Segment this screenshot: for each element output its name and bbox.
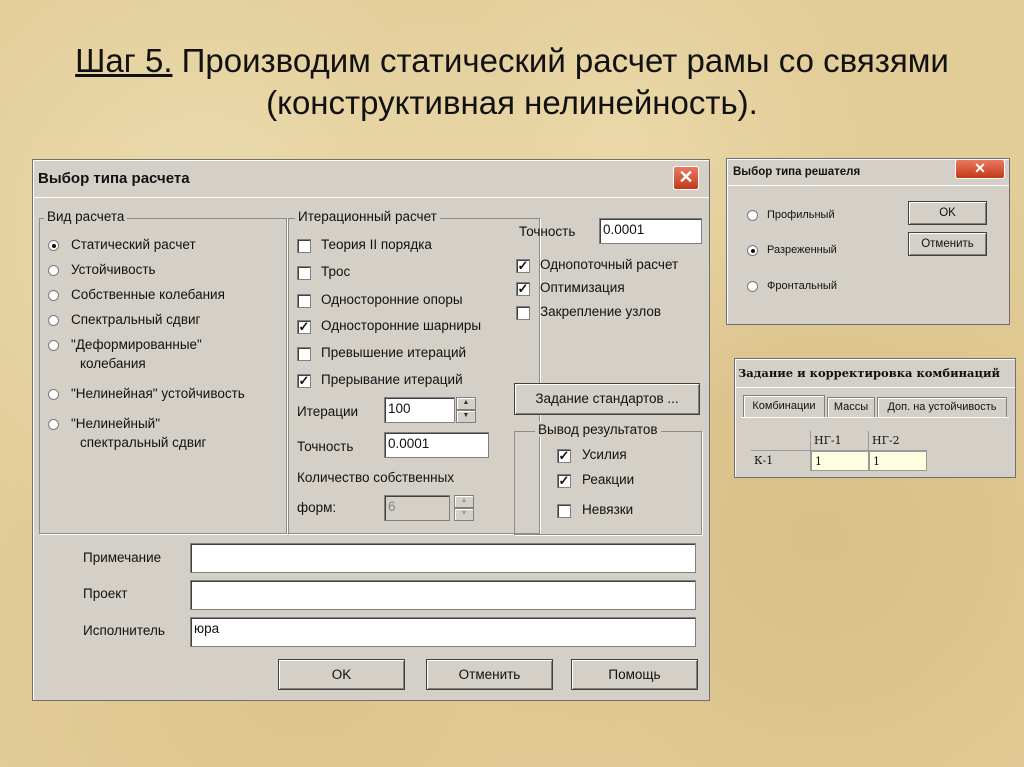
calc-type-dialog: Выбор типа расчета ✕ Вид расчета Статиче… (32, 159, 710, 701)
executor-input[interactable]: юра (190, 617, 696, 647)
check-interrupt-iterations-label: Прерывание итераций (321, 372, 463, 387)
ok-button[interactable]: OK (278, 659, 405, 690)
check-one-sided-hinges-label: Односторонние шарниры (321, 318, 482, 333)
radio-deformed[interactable] (48, 340, 59, 351)
executor-label: Исполнитель (83, 623, 165, 638)
radio-eigen[interactable] (48, 290, 59, 301)
project-input[interactable] (190, 580, 696, 610)
note-input[interactable] (190, 543, 696, 573)
grid-corner (751, 431, 811, 451)
check-exceed-iterations[interactable] (297, 347, 311, 361)
iterations-input[interactable]: 100 (384, 397, 455, 423)
grid-col-header: НГ-1 (811, 431, 869, 451)
iteration-group-label: Итерационный расчет (295, 209, 440, 224)
check-one-sided-hinges[interactable]: ✓ (297, 320, 311, 334)
solver-radio-profile-label: Профильный (767, 209, 835, 221)
check-second-order-label: Теория II порядка (321, 237, 432, 252)
iterations-spin-up[interactable]: ▲ (456, 397, 476, 410)
solver-radio-frontal-label: Фронтальный (767, 280, 837, 292)
eigen-count-label-2: форм: (297, 500, 337, 515)
solver-radio-frontal[interactable] (747, 281, 758, 292)
check-fix-nodes-label: Закрепление узлов (540, 304, 662, 319)
radio-spectral[interactable] (48, 315, 59, 326)
solver-close-button[interactable]: ✕ (955, 159, 1005, 179)
check-single-thread[interactable]: ✓ (516, 259, 530, 273)
solver-radio-profile[interactable] (747, 210, 758, 221)
eigen-count-input: 6 (384, 495, 450, 521)
tab-stability[interactable]: Доп. на устойчивость (877, 397, 1007, 417)
tab-masses[interactable]: Массы (827, 397, 875, 417)
radio-nonlinear-spectral-label-1: "Нелинейный" (71, 416, 161, 431)
combo-dialog: Задание и корректировка комбинаций Комби… (734, 358, 1016, 478)
title-line1: Производим статический расчет рамы со св… (172, 42, 949, 79)
iter-accuracy-label: Точность (297, 439, 354, 454)
grid-col-header: НГ-2 (869, 431, 927, 451)
check-forces-label: Усилия (582, 447, 627, 462)
slide-title: Шаг 5. Производим статический расчет рам… (0, 40, 1024, 124)
check-residuals[interactable] (557, 504, 571, 518)
radio-static-label: Статический расчет (71, 237, 196, 252)
accuracy-label: Точность (519, 224, 576, 239)
radio-nonlinear-stability[interactable] (48, 389, 59, 400)
check-single-thread-label: Однопоточный расчет (540, 257, 679, 272)
radio-deformed-label-1: "Деформированные" (71, 337, 202, 352)
solver-radio-sparse-label: Разреженный (767, 244, 837, 256)
grid-cell[interactable]: 1 (869, 451, 927, 471)
radio-nonlinear-stability-label: "Нелинейная" устойчивость (71, 386, 245, 401)
radio-eigen-label: Собственные колебания (71, 287, 225, 302)
solver-cancel-button[interactable]: Отменить (908, 232, 987, 256)
solver-dialog: Выбор типа решателя ✕ Профильный Разреже… (726, 158, 1010, 325)
check-fix-nodes[interactable] (516, 306, 530, 320)
eigen-spin-up: ▲ (454, 495, 474, 508)
cancel-button[interactable]: Отменить (426, 659, 553, 690)
tab-combinations[interactable]: Комбинации (743, 395, 825, 417)
check-one-sided-supports-label: Односторонние опоры (321, 292, 463, 307)
iterations-spin-down[interactable]: ▼ (456, 410, 476, 423)
iterations-label: Итерации (297, 404, 359, 419)
solver-dialog-title: Выбор типа решателя (733, 166, 861, 178)
check-exceed-iterations-label: Превышение итераций (321, 345, 467, 360)
calc-type-group-label: Вид расчета (44, 209, 128, 224)
eigen-spin-down: ▼ (454, 508, 474, 521)
combo-dialog-title: Задание и корректировка комбинаций (738, 366, 1001, 380)
accuracy-input[interactable]: 0.0001 (599, 218, 702, 244)
title-line2: (конструктивная нелинейность). (266, 84, 758, 121)
eigen-count-label-1: Количество собственных (297, 470, 455, 485)
check-optimization-label: Оптимизация (540, 280, 625, 295)
help-button[interactable]: Помощь (571, 659, 698, 690)
check-cable-label: Трос (321, 264, 351, 279)
note-label: Примечание (83, 550, 162, 565)
radio-nonlinear-spectral-label-2: спектральный сдвиг (80, 435, 207, 450)
radio-static[interactable] (48, 240, 59, 251)
title-step: Шаг 5. (75, 42, 173, 79)
output-group-label: Вывод результатов (535, 422, 661, 437)
check-residuals-label: Невязки (582, 502, 634, 517)
close-button[interactable]: ✕ (673, 166, 699, 190)
check-one-sided-supports[interactable] (297, 294, 311, 308)
solver-ok-button[interactable]: OK (908, 201, 987, 225)
iter-accuracy-input[interactable]: 0.0001 (384, 432, 489, 458)
radio-deformed-label-2: колебания (80, 356, 146, 371)
project-label: Проект (83, 586, 128, 601)
combo-grid: НГ-1 НГ-2 К-1 1 1 (751, 431, 927, 473)
radio-nonlinear-spectral[interactable] (48, 419, 59, 430)
check-cable[interactable] (297, 266, 311, 280)
check-reactions-label: Реакции (582, 472, 635, 487)
check-interrupt-iterations[interactable]: ✓ (297, 374, 311, 388)
radio-stability-label: Устойчивость (71, 262, 156, 277)
dialog-title: Выбор типа расчета (38, 170, 190, 187)
grid-row-header: К-1 (751, 451, 811, 471)
check-reactions[interactable]: ✓ (557, 474, 571, 488)
check-forces[interactable]: ✓ (557, 449, 571, 463)
radio-stability[interactable] (48, 265, 59, 276)
grid-cell[interactable]: 1 (811, 451, 869, 471)
solver-radio-sparse[interactable] (747, 245, 758, 256)
check-optimization[interactable]: ✓ (516, 282, 530, 296)
standards-button[interactable]: Задание стандартов ... (514, 383, 700, 415)
radio-spectral-label: Спектральный сдвиг (71, 312, 201, 327)
check-second-order[interactable] (297, 239, 311, 253)
